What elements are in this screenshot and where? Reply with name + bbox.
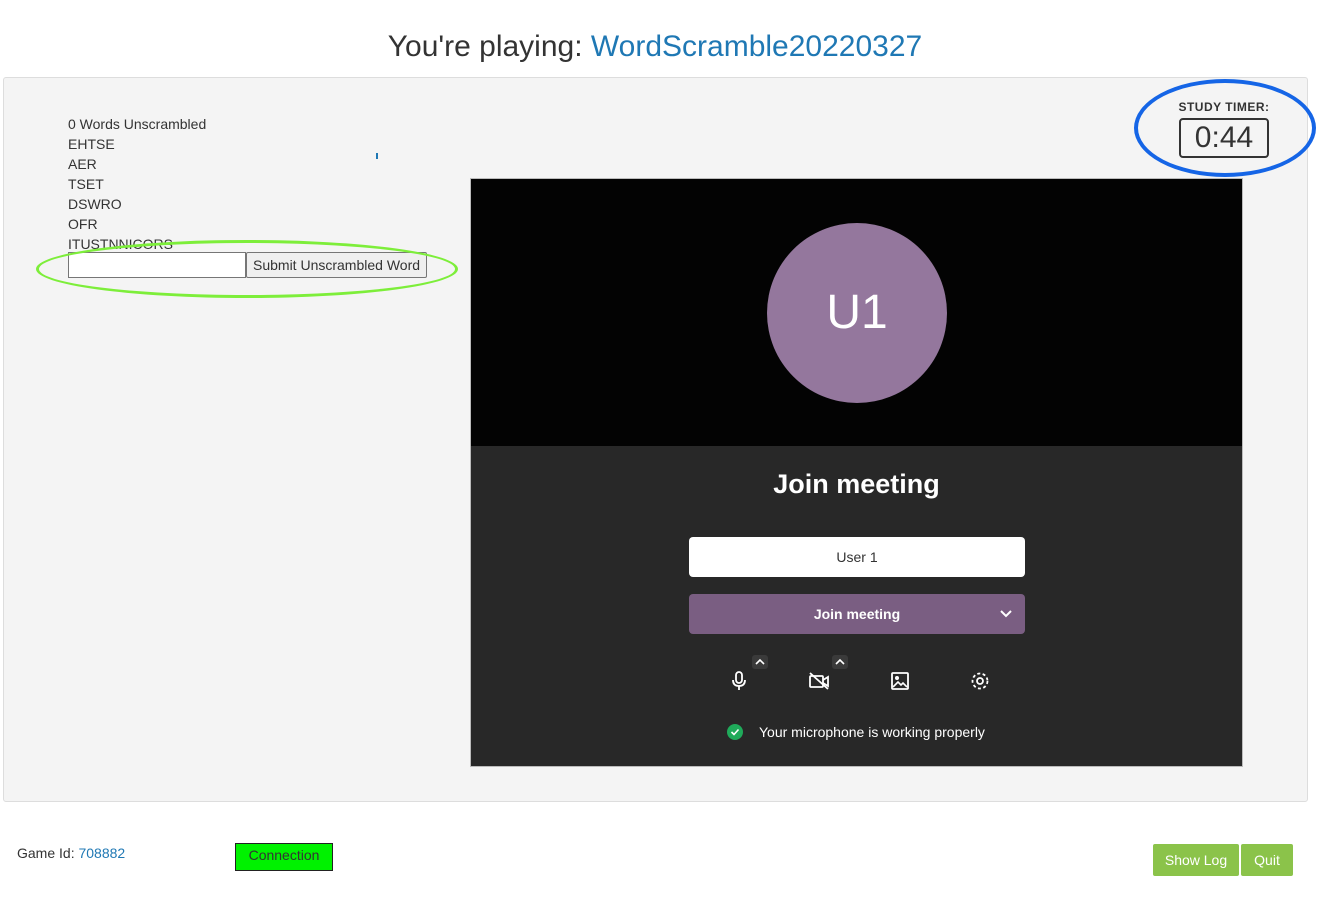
scrambled-word: DSWRO bbox=[68, 196, 122, 212]
camera-options-caret-icon[interactable] bbox=[832, 655, 848, 669]
words-count: 0 Words Unscrambled bbox=[68, 116, 207, 132]
mic-status: Your microphone is working properly bbox=[727, 724, 985, 740]
game-id-link[interactable]: 708882 bbox=[78, 845, 125, 861]
scrambled-word: AER bbox=[68, 156, 97, 172]
page-title-prefix: You're playing: bbox=[387, 30, 591, 63]
word-list: 0 Words Unscrambled EHTSE AER TSET DSWRO… bbox=[68, 114, 206, 254]
media-controls bbox=[471, 655, 1242, 705]
check-circle-icon bbox=[727, 724, 743, 740]
game-panel: 0 Words Unscrambled EHTSE AER TSET DSWRO… bbox=[3, 77, 1316, 802]
scrambled-word: TSET bbox=[68, 176, 104, 192]
connection-status: Connection bbox=[235, 843, 333, 871]
mic-options-caret-icon[interactable] bbox=[752, 655, 768, 669]
game-id: Game Id: 708882 bbox=[17, 845, 125, 861]
quit-button[interactable]: Quit bbox=[1241, 844, 1293, 876]
game-id-label: Game Id: bbox=[17, 845, 79, 861]
camera-off-icon[interactable] bbox=[801, 663, 837, 699]
microphone-icon[interactable] bbox=[721, 663, 757, 699]
settings-gear-icon[interactable] bbox=[962, 663, 998, 699]
avatar: U1 bbox=[767, 223, 947, 403]
join-meeting-title: Join meeting bbox=[773, 469, 940, 499]
cursor-tick bbox=[376, 153, 378, 159]
chevron-down-icon[interactable] bbox=[999, 594, 1013, 649]
scrambled-word: EHTSE bbox=[68, 136, 115, 152]
scrambled-word: OFR bbox=[68, 216, 98, 232]
display-name-input[interactable] bbox=[689, 537, 1025, 577]
game-name-link[interactable]: WordScramble20220327 bbox=[591, 30, 922, 63]
mic-status-text: Your microphone is working properly bbox=[759, 724, 985, 740]
join-meeting-button[interactable]: Join meeting bbox=[689, 594, 1025, 634]
highlight-green-oval bbox=[36, 240, 458, 298]
highlight-blue-oval bbox=[1134, 79, 1316, 177]
page-title: You're playing: WordScramble20220327 bbox=[0, 30, 1310, 64]
video-preview: U1 bbox=[471, 179, 1242, 446]
background-image-icon[interactable] bbox=[882, 663, 918, 699]
join-meeting-label: Join meeting bbox=[813, 606, 901, 622]
video-meeting-panel: U1 Join meeting Join meeting bbox=[470, 178, 1243, 767]
show-log-button[interactable]: Show Log bbox=[1153, 844, 1239, 876]
